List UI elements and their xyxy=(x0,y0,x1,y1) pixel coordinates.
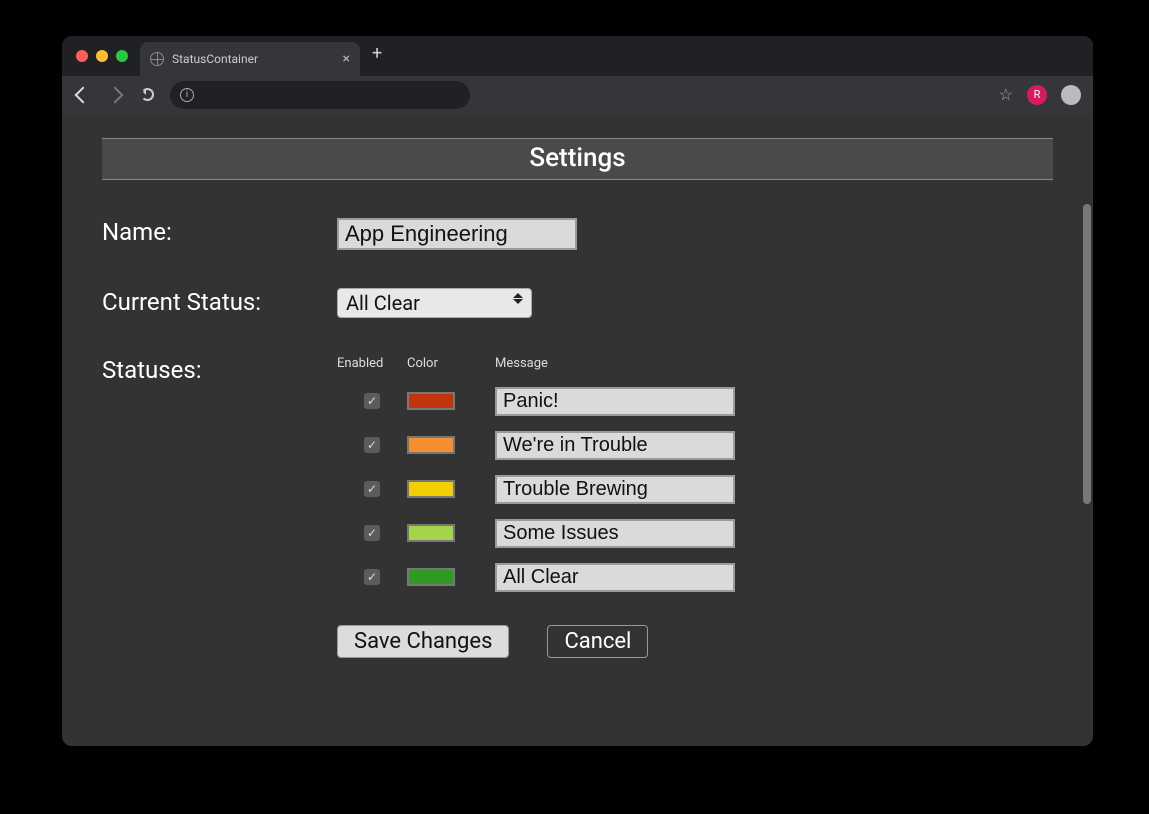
status-color-swatch[interactable] xyxy=(407,436,455,454)
guest-avatar-icon[interactable] xyxy=(1061,85,1081,105)
status-row: ✓ xyxy=(337,379,1053,423)
status-enabled-checkbox[interactable]: ✓ xyxy=(364,437,380,453)
statuses-table: Enabled Color Message ✓ ✓ ✓ ✓ ✓ Save Changes… xyxy=(337,356,1053,658)
chevron-updown-icon xyxy=(511,293,525,304)
tab-title: StatusContainer xyxy=(172,52,258,66)
save-button[interactable]: Save Changes xyxy=(337,625,509,658)
name-label: Name: xyxy=(102,218,337,246)
status-enabled-checkbox[interactable]: ✓ xyxy=(364,569,380,585)
name-input[interactable] xyxy=(337,218,577,250)
status-message-input[interactable] xyxy=(495,563,735,592)
close-window-icon[interactable] xyxy=(76,50,88,62)
site-info-icon[interactable]: i xyxy=(180,88,194,102)
page-title: Settings xyxy=(102,138,1053,180)
tab-bar: StatusContainer × + xyxy=(62,36,1093,76)
address-bar[interactable]: i xyxy=(170,81,470,109)
status-message-input[interactable] xyxy=(495,475,735,504)
current-status-value: All Clear xyxy=(346,291,420,315)
status-color-swatch[interactable] xyxy=(407,568,455,586)
col-header-color: Color xyxy=(407,356,495,371)
window-controls xyxy=(76,50,128,62)
new-tab-button[interactable]: + xyxy=(372,43,382,64)
scrollbar-thumb[interactable] xyxy=(1083,204,1091,504)
col-header-enabled: Enabled xyxy=(337,356,407,371)
status-row: ✓ xyxy=(337,511,1053,555)
maximize-window-icon[interactable] xyxy=(116,50,128,62)
status-color-swatch[interactable] xyxy=(407,392,455,410)
page-viewport: Settings Name: Current Status: All Clear… xyxy=(62,114,1093,746)
status-color-swatch[interactable] xyxy=(407,524,455,542)
status-enabled-checkbox[interactable]: ✓ xyxy=(364,481,380,497)
col-header-message: Message xyxy=(495,356,755,371)
forward-button[interactable] xyxy=(106,86,124,104)
status-enabled-checkbox[interactable]: ✓ xyxy=(364,393,380,409)
bookmark-icon[interactable]: ☆ xyxy=(999,85,1013,104)
profile-avatar[interactable]: R xyxy=(1027,85,1047,105)
back-button[interactable] xyxy=(74,86,92,104)
status-row: ✓ xyxy=(337,423,1053,467)
status-row: ✓ xyxy=(337,467,1053,511)
browser-tab[interactable]: StatusContainer × xyxy=(140,42,360,76)
minimize-window-icon[interactable] xyxy=(96,50,108,62)
status-enabled-checkbox[interactable]: ✓ xyxy=(364,525,380,541)
reload-button[interactable] xyxy=(138,86,156,104)
toolbar: i ☆ R xyxy=(62,76,1093,114)
statuses-label: Statuses: xyxy=(102,356,337,384)
status-row: ✓ xyxy=(337,555,1053,599)
status-message-input[interactable] xyxy=(495,431,735,460)
status-color-swatch[interactable] xyxy=(407,480,455,498)
current-status-label: Current Status: xyxy=(102,288,337,316)
current-status-select[interactable]: All Clear xyxy=(337,288,532,318)
status-message-input[interactable] xyxy=(495,387,735,416)
cancel-button[interactable]: Cancel xyxy=(547,625,648,658)
status-message-input[interactable] xyxy=(495,519,735,548)
browser-window: StatusContainer × + i ☆ R Settings Name:… xyxy=(62,36,1093,746)
globe-icon xyxy=(150,52,164,66)
close-tab-icon[interactable]: × xyxy=(343,52,350,66)
